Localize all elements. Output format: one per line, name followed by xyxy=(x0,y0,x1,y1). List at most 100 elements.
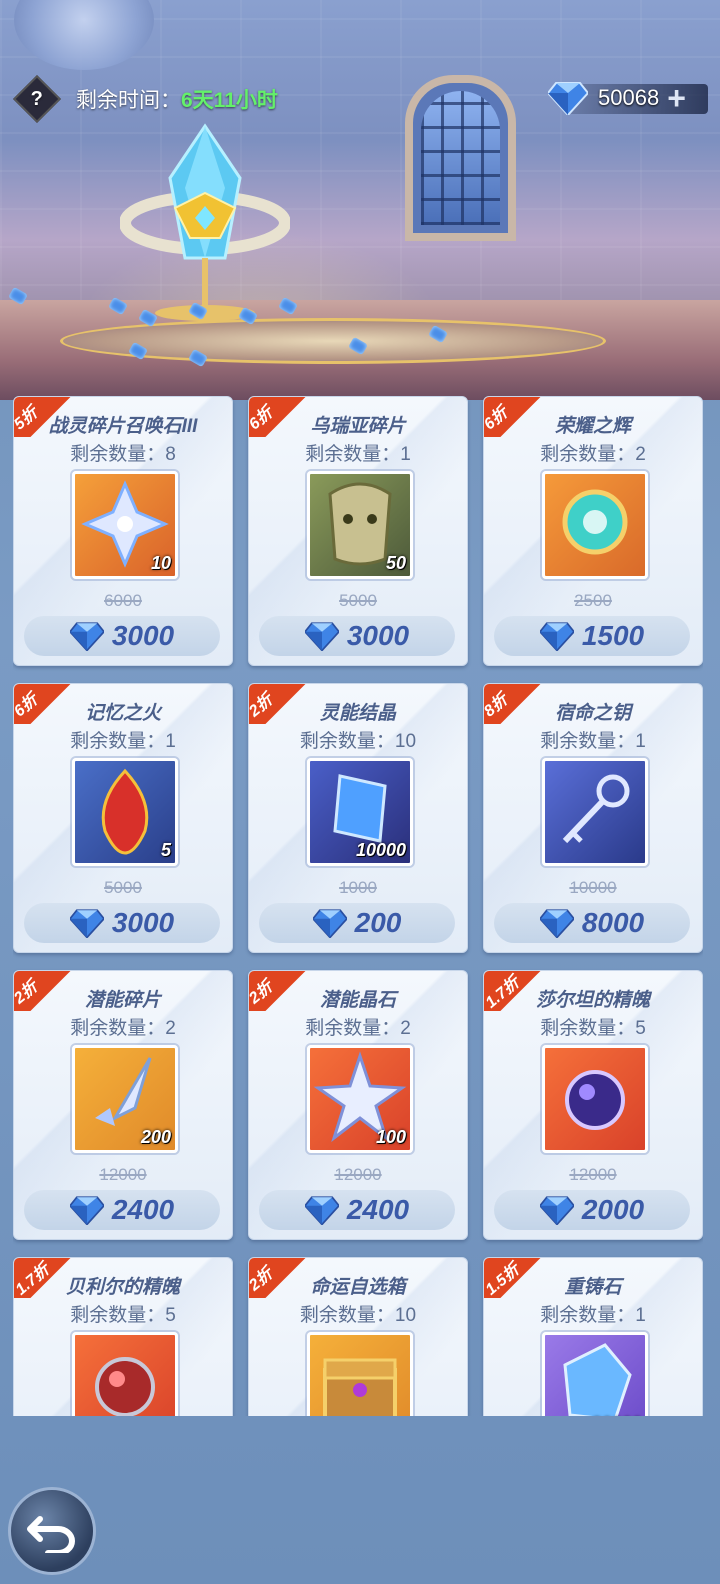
fate-chest-icon[interactable] xyxy=(307,1332,413,1416)
item-name: 莎尔坦的精魄 xyxy=(535,990,650,1011)
item-name: 宿命之钥 xyxy=(554,703,631,724)
shop-banner: ? 剩余时间： 6天11小时 50068 + xyxy=(0,0,720,400)
item-count: 200 xyxy=(140,1127,171,1147)
diamond-icon xyxy=(312,909,347,938)
shop-item-card[interactable]: 1.7折 莎尔坦的精魄 剩余数量：5 12000 2000 xyxy=(483,970,703,1240)
shop-item-card[interactable]: 1.5折重铸石剩余数量：120000 xyxy=(483,1257,703,1416)
item-count: 50 xyxy=(385,553,406,573)
back-button[interactable] xyxy=(8,1487,96,1575)
sale-price: 3000 xyxy=(346,620,410,651)
shop-item-card[interactable]: 8折 宿命之钥 剩余数量：1 10000 8000 xyxy=(483,683,703,953)
sale-price: 2000 xyxy=(581,1194,645,1225)
gem-balance: 50068 + xyxy=(548,78,708,118)
shop-item-card[interactable]: 6折 荣耀之辉 剩余数量：2 2500 1500 xyxy=(483,396,703,666)
item-remaining: 剩余数量：1 xyxy=(540,731,646,752)
buy-button[interactable]: 3000 xyxy=(259,616,455,656)
item-name: 潜能碎片 xyxy=(84,990,161,1011)
summon-stone-icon[interactable]: 10 xyxy=(72,471,178,579)
shop-item-grid: 5折 战灵碎片召唤石III 剩余数量：8 10 6000 3000 6折 乌瑞亚碎片 剩余数量：… xyxy=(13,396,703,1416)
original-price: 1000 xyxy=(339,878,377,897)
original-price: 5000 xyxy=(104,878,142,897)
buy-button[interactable]: 3000 xyxy=(24,616,220,656)
item-name: 乌瑞亚碎片 xyxy=(310,416,406,437)
shop-item-card[interactable]: 2折 潜能晶石 剩余数量：2 100 12000 2400 xyxy=(248,970,468,1240)
belial-essence-icon[interactable] xyxy=(72,1332,178,1416)
original-price: 2500 xyxy=(574,591,612,610)
potential-shard-icon[interactable]: 200 xyxy=(72,1045,178,1153)
item-remaining: 剩余数量：2 xyxy=(70,1018,176,1039)
item-name: 命运自选箱 xyxy=(310,1277,406,1298)
item-count: 20000 xyxy=(591,1414,641,1416)
original-price: 10000 xyxy=(569,878,617,897)
sale-price: 200 xyxy=(354,907,402,938)
add-gems-button[interactable]: + xyxy=(667,82,686,114)
item-remaining: 剩余数量：2 xyxy=(305,1018,411,1039)
diamond-icon xyxy=(539,622,574,651)
original-price: 12000 xyxy=(569,1165,617,1184)
item-name: 战灵碎片召唤石III xyxy=(48,416,198,437)
reforge-stone-icon[interactable]: 20000 xyxy=(542,1332,648,1416)
item-count: 5 xyxy=(160,840,171,860)
sale-price: 2400 xyxy=(346,1194,410,1225)
original-price: 6000 xyxy=(104,591,142,610)
diamond-icon xyxy=(69,909,104,938)
shop-item-card[interactable]: 6折 记忆之火 剩余数量：1 5 5000 3000 xyxy=(13,683,233,953)
item-count: 10 xyxy=(150,553,171,573)
psionic-crystal-icon[interactable]: 10000 xyxy=(307,758,413,866)
sale-price: 8000 xyxy=(581,907,645,938)
buy-button[interactable]: 2000 xyxy=(494,1190,690,1230)
item-remaining: 剩余数量：5 xyxy=(70,1305,176,1326)
diamond-icon xyxy=(69,622,104,651)
item-remaining: 剩余数量：8 xyxy=(70,444,176,465)
item-remaining: 剩余数量：10 xyxy=(299,731,417,752)
sale-price: 3000 xyxy=(111,907,175,938)
buy-button[interactable]: 200 xyxy=(259,903,455,943)
item-name: 荣耀之辉 xyxy=(554,416,631,437)
uria-shard-icon[interactable]: 50 xyxy=(307,471,413,579)
gem-count: 50068 xyxy=(598,85,660,110)
item-remaining: 剩余数量：1 xyxy=(540,1305,646,1326)
shop-item-card[interactable]: 6折 乌瑞亚碎片 剩余数量：1 50 5000 3000 xyxy=(248,396,468,666)
help-icon[interactable]: ? xyxy=(12,74,62,124)
original-price: 12000 xyxy=(99,1165,147,1184)
memory-fire-icon[interactable]: 5 xyxy=(72,758,178,866)
shop-item-card[interactable]: 2折 命运自选箱 剩余数量：10 xyxy=(248,1257,468,1416)
original-price: 5000 xyxy=(339,591,377,610)
diamond-icon xyxy=(539,1196,574,1225)
crystal-altar-icon xyxy=(119,118,291,328)
item-name: 记忆之火 xyxy=(84,703,161,724)
item-remaining: 剩余数量：1 xyxy=(70,731,176,752)
sale-price: 2400 xyxy=(111,1194,175,1225)
buy-button[interactable]: 1500 xyxy=(494,616,690,656)
shop-item-card[interactable]: 5折 战灵碎片召唤石III 剩余数量：8 10 6000 3000 xyxy=(13,396,233,666)
item-name: 潜能晶石 xyxy=(319,990,396,1011)
buy-button[interactable]: 2400 xyxy=(259,1190,455,1230)
shop-item-card[interactable]: 2折 灵能结晶 剩余数量：10 10000 1000 200 xyxy=(248,683,468,953)
item-remaining: 剩余数量：10 xyxy=(299,1305,417,1326)
time-remaining: ? 剩余时间： 6天11小时 xyxy=(12,74,278,124)
shop-item-card[interactable]: 2折 潜能碎片 剩余数量：2 200 12000 2400 xyxy=(13,970,233,1240)
buy-button[interactable]: 8000 xyxy=(494,903,690,943)
diamond-icon xyxy=(304,1196,339,1225)
diamond-icon xyxy=(304,622,339,651)
fate-key-icon[interactable] xyxy=(542,758,648,866)
potential-stone-icon[interactable]: 100 xyxy=(307,1045,413,1153)
diamond-icon xyxy=(548,82,588,115)
item-name: 贝利尔的精魄 xyxy=(65,1277,180,1298)
original-price: 12000 xyxy=(334,1165,382,1184)
buy-button[interactable]: 2400 xyxy=(24,1190,220,1230)
sale-price: 1500 xyxy=(581,620,645,651)
buy-button[interactable]: 3000 xyxy=(24,903,220,943)
item-remaining: 剩余数量：2 xyxy=(540,444,646,465)
glory-orb-icon[interactable] xyxy=(542,471,648,579)
arched-window xyxy=(405,75,516,241)
timer-label: 剩余时间： xyxy=(76,89,181,112)
item-name: 灵能结晶 xyxy=(319,703,396,724)
shop-item-card[interactable]: 1.7折 贝利尔的精魄 剩余数量：5 xyxy=(13,1257,233,1416)
item-count: 10000 xyxy=(355,840,406,860)
timer-value: 6天11小时 xyxy=(181,89,278,112)
item-count: 100 xyxy=(375,1127,406,1147)
sale-price: 3000 xyxy=(111,620,175,651)
sartan-essence-icon[interactable] xyxy=(542,1045,648,1153)
back-arrow-icon xyxy=(27,1516,75,1553)
